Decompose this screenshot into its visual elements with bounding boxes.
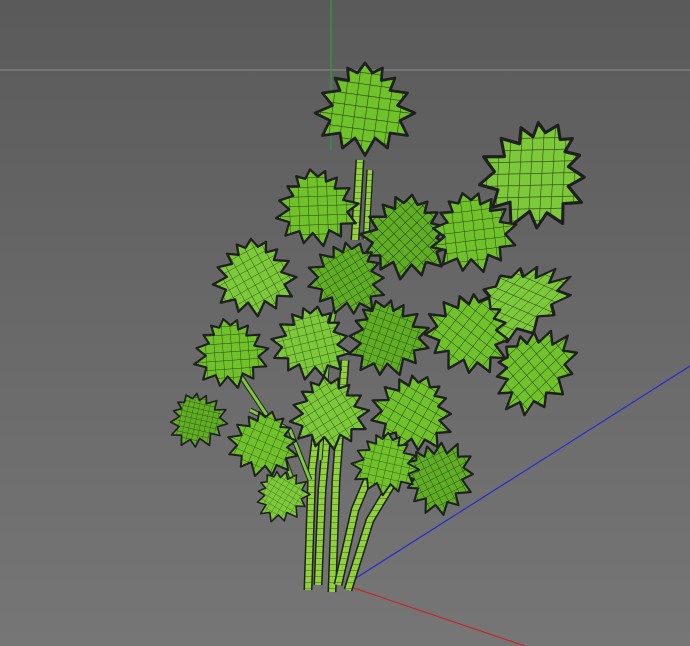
parsley-model[interactable] <box>158 61 609 593</box>
viewport-scene[interactable] <box>0 0 690 646</box>
x-axis-line <box>344 584 526 646</box>
leaf-left-mid <box>185 310 277 397</box>
leaf-top <box>313 61 417 157</box>
leaf-left-upper <box>207 234 301 322</box>
leaf-far-left <box>158 381 238 459</box>
leaf-upper-left <box>267 161 366 255</box>
3d-viewport[interactable] <box>0 0 690 646</box>
